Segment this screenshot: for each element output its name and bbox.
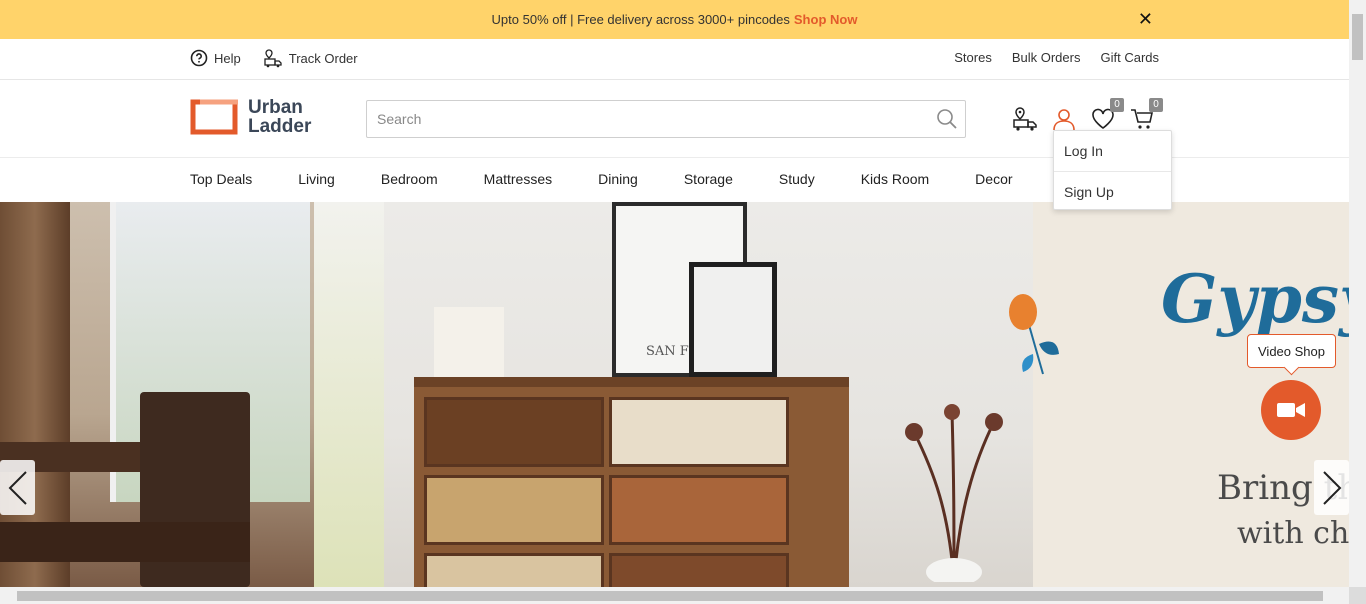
nav-item-study[interactable]: Study [779, 171, 815, 187]
nav-item-top-deals[interactable]: Top Deals [190, 171, 252, 187]
cabinet-image: SAN FR [384, 202, 1033, 587]
chevron-left-icon [8, 470, 27, 505]
search-icon[interactable] [929, 101, 965, 137]
logo-text-ladder: Ladder [248, 116, 312, 137]
logo-text-urban: Urban [248, 97, 303, 118]
shop-now-link[interactable]: Shop Now [794, 12, 858, 27]
wishlist-count-badge: 0 [1110, 98, 1124, 112]
video-shop-button[interactable] [1261, 380, 1321, 440]
gift-cards-link[interactable]: Gift Cards [1100, 50, 1159, 65]
login-link[interactable]: Log In [1054, 131, 1171, 171]
track-order-header-button[interactable] [1012, 106, 1038, 132]
wishlist-button[interactable]: 0 [1090, 98, 1124, 132]
cart-button[interactable]: 0 [1129, 98, 1163, 132]
search-input[interactable] [367, 101, 929, 137]
track-order-label: Track Order [288, 50, 358, 66]
urban-ladder-logo[interactable]: Urban Ladder [190, 98, 311, 136]
nav-item-kids-room[interactable]: Kids Room [861, 171, 929, 187]
horizontal-scrollbar-thumb[interactable] [17, 591, 1323, 601]
close-icon[interactable]: ✕ [1138, 9, 1153, 30]
video-shop-tooltip: Video Shop [1247, 334, 1336, 368]
nav-item-dining[interactable]: Dining [598, 171, 638, 187]
search-box [366, 100, 966, 138]
scrollbar-corner [1349, 587, 1366, 604]
truck-location-icon [264, 49, 282, 68]
help-label: Help [214, 50, 241, 66]
vertical-scrollbar[interactable] [1349, 0, 1366, 587]
horizontal-scrollbar[interactable] [0, 587, 1349, 604]
signup-link[interactable]: Sign Up [1054, 171, 1171, 211]
utility-bar: Help Track Order Stores Bulk Orders Gift… [0, 39, 1349, 80]
vertical-scrollbar-thumb[interactable] [1352, 14, 1363, 60]
hero-carousel[interactable]: SAN FR Gypsy Bring th with chi [0, 202, 1349, 587]
nav-item-mattresses[interactable]: Mattresses [484, 171, 552, 187]
plant-decor-image [905, 404, 1003, 582]
truck-location-icon [1013, 107, 1037, 131]
help-icon [190, 49, 208, 67]
chevron-right-icon [1322, 470, 1341, 505]
user-icon [1053, 109, 1075, 131]
carousel-next-button[interactable] [1314, 460, 1349, 515]
help-link[interactable]: Help [190, 49, 241, 67]
nav-item-storage[interactable]: Storage [684, 171, 733, 187]
banner-tagline-line2: with chi [1237, 516, 1349, 551]
nav-item-decor[interactable]: Decor [975, 171, 1012, 187]
bulk-orders-link[interactable]: Bulk Orders [1012, 50, 1081, 65]
brand-title: Gypsy [1161, 260, 1349, 338]
carousel-prev-button[interactable] [0, 460, 35, 515]
cart-count-badge: 0 [1149, 98, 1163, 112]
nav-item-living[interactable]: Living [298, 171, 335, 187]
track-order-link[interactable]: Track Order [263, 48, 358, 68]
promo-text: Upto 50% off | Free delivery across 3000… [491, 12, 790, 27]
nav-item-bedroom[interactable]: Bedroom [381, 171, 438, 187]
promo-bar: Upto 50% off | Free delivery across 3000… [0, 0, 1349, 39]
account-dropdown: Log In Sign Up [1053, 130, 1172, 210]
video-camera-icon [1277, 403, 1305, 417]
flower-decor-icon [1009, 294, 1059, 375]
account-button[interactable] [1051, 106, 1077, 132]
dining-room-image [0, 202, 314, 587]
stores-link[interactable]: Stores [954, 50, 992, 65]
slide-edge-image [314, 202, 384, 587]
logo-mark-icon [190, 99, 238, 135]
